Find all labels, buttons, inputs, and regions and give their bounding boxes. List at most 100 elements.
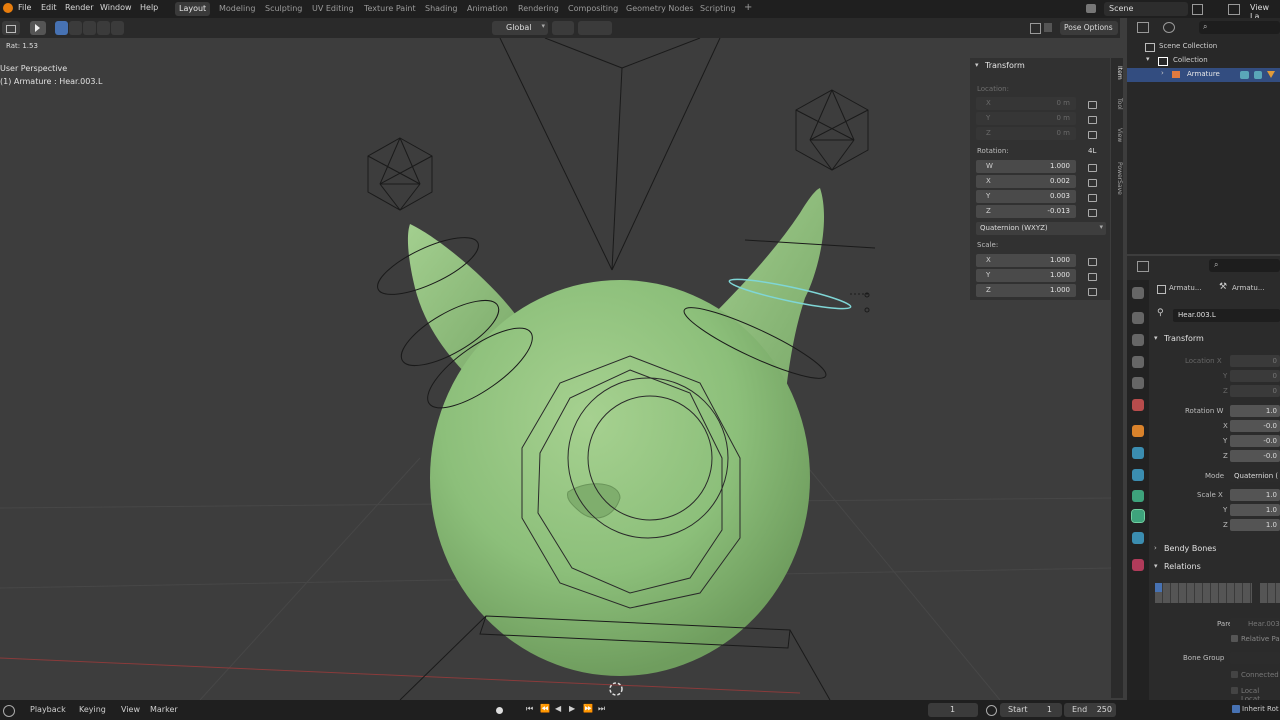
prev-keyframe-icon[interactable]: ⏪ xyxy=(540,704,550,713)
current-frame-field[interactable]: 1 xyxy=(928,703,978,717)
outliner-row-collection[interactable]: ▾ Collection xyxy=(1127,54,1280,68)
outliner-editor-icon[interactable] xyxy=(1137,22,1149,33)
prop-scale-x-field[interactable]: 1.0 xyxy=(1230,489,1280,501)
armature-data-tab-icon[interactable] xyxy=(1132,490,1144,502)
checkbox[interactable] xyxy=(1231,687,1238,694)
xray-toggle-icon[interactable] xyxy=(1044,23,1052,32)
prop-rotation-y-field[interactable]: -0.0 xyxy=(1230,435,1280,447)
pivot-point-dropdown[interactable] xyxy=(552,21,574,35)
menu-marker[interactable]: Marker xyxy=(150,705,178,714)
menu-keying[interactable]: Keying xyxy=(79,705,106,714)
rotation-z-field[interactable]: Z -0.013 xyxy=(976,205,1076,218)
lock-icon[interactable] xyxy=(1088,131,1097,139)
active-layer-cell[interactable] xyxy=(1155,583,1162,592)
properties-editor-icon[interactable] xyxy=(1137,261,1149,272)
unlock-icon[interactable] xyxy=(1088,194,1097,202)
add-workspace-icon[interactable]: + xyxy=(740,1,756,15)
expand-icon[interactable]: › xyxy=(1154,544,1157,552)
output-icon[interactable] xyxy=(1132,334,1144,346)
select-mode-subtract[interactable] xyxy=(83,21,96,35)
lock-icon[interactable] xyxy=(1088,273,1097,281)
lock-icon[interactable] xyxy=(1088,258,1097,266)
lock-icon[interactable] xyxy=(1088,101,1097,109)
rotation-y-field[interactable]: Y 0.003 xyxy=(976,190,1076,203)
scale-y-field[interactable]: Y 1.000 xyxy=(976,269,1076,282)
start-frame-field[interactable]: Start 1 xyxy=(1000,703,1062,717)
texture-icon[interactable] xyxy=(1132,559,1144,571)
world-icon[interactable] xyxy=(1132,399,1144,411)
menu-file[interactable]: File xyxy=(18,3,31,12)
snapping-toggle[interactable] xyxy=(578,21,612,35)
checkbox[interactable] xyxy=(1231,671,1238,678)
tab-shading[interactable]: Shading xyxy=(421,2,462,16)
rotation-lock-4d-toggle[interactable]: 4L xyxy=(1088,147,1096,155)
unlock-icon[interactable] xyxy=(1088,164,1097,172)
collapse-icon[interactable]: ▾ xyxy=(975,61,979,69)
tab-uv-editing[interactable]: UV Editing xyxy=(308,2,358,16)
tool-icon[interactable] xyxy=(1132,287,1144,299)
menu-render[interactable]: Render xyxy=(65,3,93,12)
scene-canvas[interactable] xyxy=(0,38,1113,700)
scale-z-field[interactable]: Z 1.000 xyxy=(976,284,1076,297)
record-icon[interactable] xyxy=(496,707,503,714)
menu-edit[interactable]: Edit xyxy=(41,3,57,12)
tab-rendering[interactable]: Rendering xyxy=(514,2,563,16)
end-frame-field[interactable]: End 250 xyxy=(1064,703,1116,717)
select-mode-extend[interactable] xyxy=(69,21,82,35)
checkbox[interactable] xyxy=(1231,635,1238,642)
prop-scale-y-field[interactable]: 1.0 xyxy=(1230,504,1280,516)
render-icon[interactable] xyxy=(1132,312,1144,324)
play-reverse-icon[interactable]: ◀ xyxy=(555,704,561,713)
outliner-search-input[interactable]: ⌕ xyxy=(1199,21,1280,34)
physics-icon[interactable] xyxy=(1132,469,1144,481)
select-tool-button[interactable] xyxy=(30,21,46,35)
breadcrumb-object[interactable]: Armatu... xyxy=(1169,284,1202,292)
lock-icon[interactable] xyxy=(1088,116,1097,124)
new-scene-icon[interactable] xyxy=(1192,4,1203,15)
rotation-mode-dropdown[interactable]: Quaternion (WXYZ) ▾ xyxy=(976,222,1106,235)
next-keyframe-icon[interactable]: ⏩ xyxy=(583,704,593,713)
prop-location-x-field[interactable]: 0 xyxy=(1230,355,1280,367)
bone-layers-grid[interactable] xyxy=(1155,583,1252,603)
collapse-icon[interactable]: ▾ xyxy=(1154,334,1158,342)
view-layer-icon[interactable] xyxy=(1228,4,1240,15)
play-icon[interactable]: ▶ xyxy=(569,704,575,713)
prop-rotation-w-field[interactable]: 1.0 xyxy=(1230,405,1280,417)
prop-location-y-field[interactable]: 0 xyxy=(1230,370,1280,382)
prop-rotation-z-field[interactable]: -0.0 xyxy=(1230,450,1280,462)
prop-rotation-x-field[interactable]: -0.0 xyxy=(1230,420,1280,432)
select-mode-intersect[interactable] xyxy=(111,21,124,35)
parent-field[interactable]: Hear.003 xyxy=(1230,618,1280,630)
tab-tool[interactable]: Tool xyxy=(1111,98,1123,110)
outliner-row-armature[interactable]: › Armature xyxy=(1127,68,1280,82)
outliner-row-scene-collection[interactable]: Scene Collection xyxy=(1127,40,1280,54)
tab-sculpting[interactable]: Sculpting xyxy=(261,2,306,16)
scale-x-field[interactable]: X 1.000 xyxy=(976,254,1076,267)
timeline-editor-icon[interactable] xyxy=(3,705,15,717)
tab-powersave[interactable]: PowerSave xyxy=(1111,162,1123,195)
bone-group-field[interactable] xyxy=(1230,652,1280,664)
rotation-w-field[interactable]: W 1.000 xyxy=(976,160,1076,173)
unlock-icon[interactable] xyxy=(1088,179,1097,187)
editor-type-button[interactable] xyxy=(2,21,20,35)
display-mode-icon[interactable] xyxy=(1163,22,1175,33)
scene-icon[interactable] xyxy=(1086,4,1096,13)
tab-modeling[interactable]: Modeling xyxy=(215,2,259,16)
gizmo-toggle-icon[interactable] xyxy=(1030,23,1041,34)
tab-scripting[interactable]: Scripting xyxy=(696,2,740,16)
restrict-icon[interactable] xyxy=(1267,71,1275,78)
location-y-field[interactable]: Y 0 m xyxy=(976,112,1076,125)
transform-orientation-dropdown[interactable]: Global ▾ xyxy=(492,21,548,35)
prop-location-z-field[interactable]: 0 xyxy=(1230,385,1280,397)
jump-start-icon[interactable]: ⏮ xyxy=(526,704,533,714)
relations-section[interactable]: Relations xyxy=(1164,562,1201,571)
menu-window[interactable]: Window xyxy=(100,3,132,12)
pose-options-dropdown[interactable]: Pose Options xyxy=(1060,21,1118,35)
scene-tab-icon[interactable] xyxy=(1132,377,1144,389)
3d-viewport[interactable]: Rat: 1.53 User Perspective (1) Armature … xyxy=(0,38,1113,700)
jump-end-icon[interactable]: ⏭ xyxy=(598,704,605,714)
object-icon[interactable] xyxy=(1132,425,1144,437)
transform-section-title[interactable]: Transform xyxy=(1164,334,1204,343)
bone-name-field[interactable]: Hear.003.L xyxy=(1173,309,1280,322)
blender-logo-icon[interactable] xyxy=(3,3,13,13)
